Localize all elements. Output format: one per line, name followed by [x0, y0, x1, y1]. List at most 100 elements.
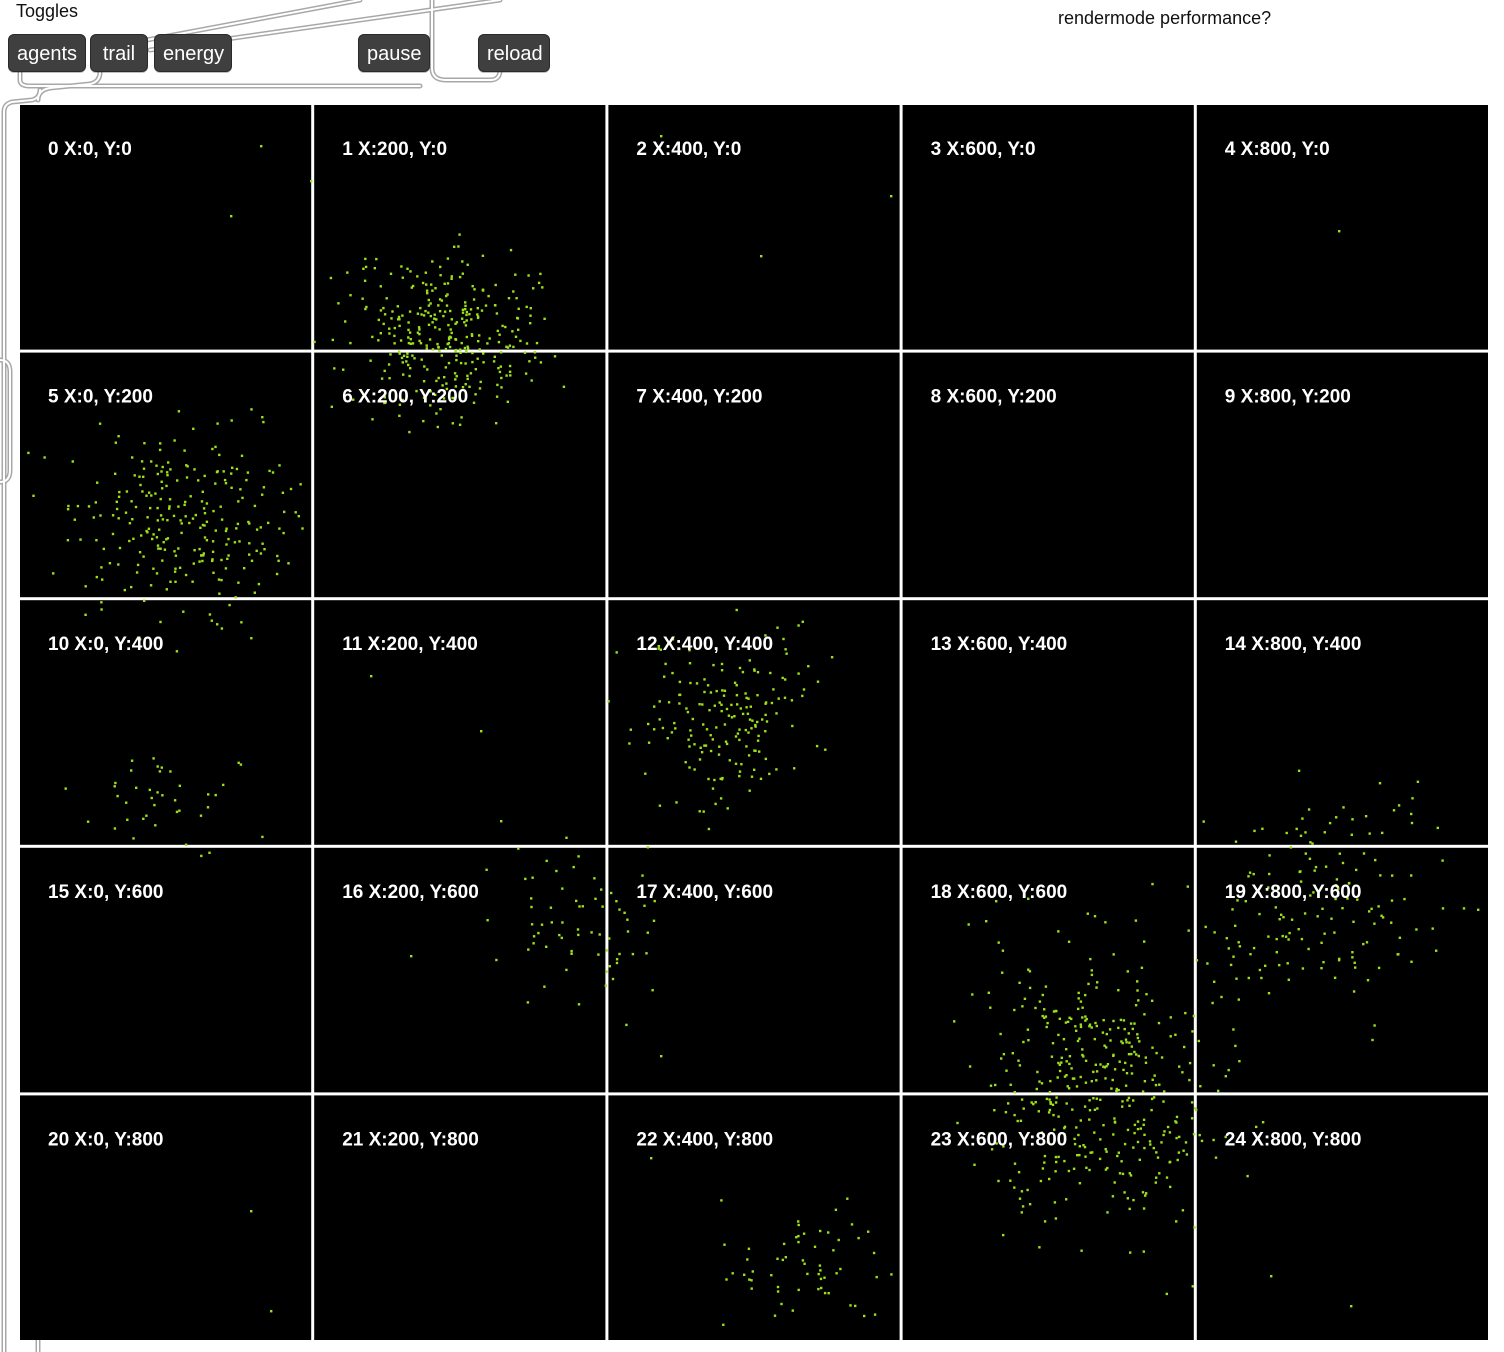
agent-dot [1054, 1217, 1058, 1220]
energy-toggle-button[interactable]: energy [154, 34, 232, 72]
agent-dot [151, 537, 154, 541]
agent-dot [543, 985, 546, 988]
agent-dot [501, 324, 504, 328]
agent-dot [1133, 1050, 1136, 1054]
simulation-canvas[interactable]: 0 X:0, Y:0 1 X:200, Y:0 2 X:400, Y:0 3 X:60… [20, 105, 1488, 1340]
agent-dot [212, 571, 215, 574]
agent-dot [780, 1302, 783, 1306]
agent-dot [818, 1264, 822, 1267]
agent-dot [184, 515, 187, 518]
reload-button[interactable]: reload [478, 34, 550, 72]
agent-dot [161, 559, 164, 562]
agent-dot [263, 548, 266, 551]
agent-dot [712, 663, 715, 667]
agent-dot [191, 580, 194, 583]
agent-dot [1261, 827, 1264, 830]
agent-dot [246, 471, 250, 474]
agent-dot [1058, 1017, 1061, 1020]
agent-dot [1055, 1160, 1058, 1164]
agent-dot [1155, 1051, 1158, 1055]
tile-label: 19 X:800, Y:600 [1225, 882, 1362, 903]
agent-dot [497, 367, 500, 370]
agent-dot [1177, 1151, 1181, 1154]
agent-dot [1126, 970, 1129, 973]
agent-dot [1011, 1052, 1014, 1055]
agent-dot [797, 672, 800, 675]
agent-dot [379, 332, 382, 335]
pause-button[interactable]: pause [358, 34, 430, 72]
agent-dot [385, 297, 388, 300]
agent-dot [495, 958, 498, 962]
agent-dot [397, 318, 400, 321]
agent-dot [94, 501, 97, 504]
agent-dot [261, 416, 264, 419]
agent-dot [1338, 230, 1341, 233]
simulation-grid[interactable]: 0 X:0, Y:0 1 X:200, Y:0 2 X:400, Y:0 3 X:60… [20, 105, 1488, 1340]
agent-dot [615, 958, 619, 961]
trail-toggle-button[interactable]: trail [90, 34, 148, 72]
agent-dot [750, 1287, 753, 1290]
agent-dot [182, 610, 185, 613]
agent-dot [1287, 938, 1290, 941]
agent-dot [267, 521, 270, 525]
agent-dot [1126, 1197, 1129, 1200]
agent-dot [756, 671, 760, 674]
agent-dot [208, 851, 211, 854]
agent-dot [1020, 1211, 1023, 1214]
agent-dot [148, 491, 151, 494]
agent-dot [817, 1272, 820, 1276]
agent-dot [299, 483, 302, 486]
agent-dot [999, 1032, 1002, 1036]
agent-dot [220, 627, 224, 630]
agent-dot [802, 1232, 806, 1235]
agent-dot [239, 763, 243, 766]
agent-dot [199, 814, 203, 817]
agent-dot [1371, 1038, 1374, 1042]
agent-dot [166, 519, 169, 522]
agent-dot [545, 859, 548, 863]
agent-dot [1102, 1065, 1105, 1068]
agent-dot [1380, 914, 1383, 917]
agent-dot [1035, 1087, 1038, 1091]
agent-dot [1082, 1055, 1085, 1058]
agent-dot [486, 919, 489, 922]
agent-dot [1410, 821, 1414, 825]
agent-dot [371, 335, 374, 339]
agent-dot [1022, 1040, 1025, 1044]
agent-dot [720, 703, 723, 706]
agent-dot [1139, 1127, 1142, 1130]
agent-dot [517, 307, 520, 310]
tile-label: 7 X:400, Y:200 [636, 387, 762, 408]
agent-dot [184, 843, 188, 846]
agent-dot [1477, 908, 1480, 911]
agent-dot [1163, 1130, 1166, 1133]
agent-dot [1212, 1138, 1215, 1142]
agent-dot [1175, 1136, 1178, 1140]
agent-dot [658, 804, 662, 807]
agent-dot [797, 624, 800, 627]
agent-dot [142, 817, 145, 820]
agent-dot [873, 1313, 877, 1316]
agent-dot [524, 372, 528, 375]
agent-dot [1043, 1161, 1046, 1164]
agent-dot [1158, 1172, 1161, 1175]
agent-dot [539, 361, 543, 364]
agent-dot [707, 827, 711, 831]
agent-dot [117, 435, 120, 438]
agent-dot [177, 505, 180, 508]
agent-dot [890, 1273, 893, 1276]
agent-dot [393, 326, 396, 330]
agent-dot [429, 314, 432, 318]
agent-dot [746, 1258, 749, 1261]
agent-dot [349, 341, 352, 345]
agent-dot [497, 340, 501, 344]
agent-dot [997, 1179, 1000, 1183]
agents-toggle-button[interactable]: agents [8, 34, 86, 72]
agent-dot [1165, 1176, 1169, 1179]
agent-dot [450, 318, 453, 321]
agent-dot [1125, 1072, 1129, 1075]
agent-dot [1121, 1172, 1125, 1176]
agent-dot [528, 360, 531, 363]
agent-dot [1138, 1158, 1141, 1161]
agent-dot [123, 588, 126, 592]
